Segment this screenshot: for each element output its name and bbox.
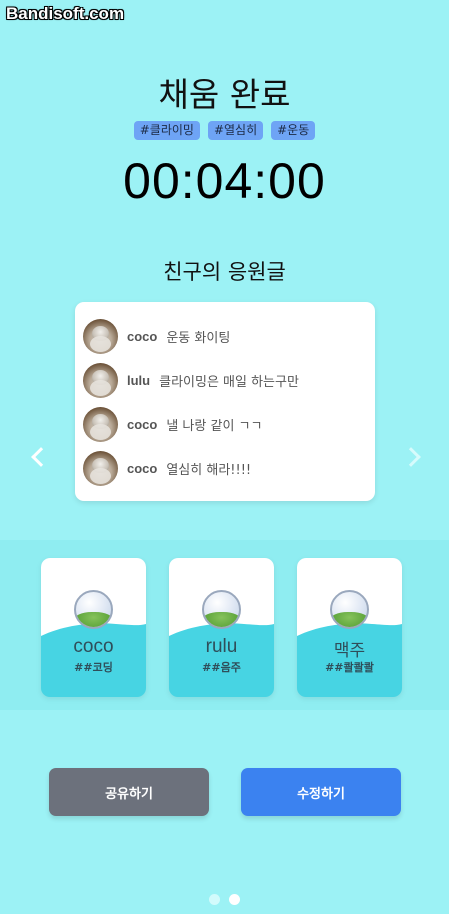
globe-icon [330,590,369,629]
globe-icon [74,590,113,629]
page-dot[interactable] [209,894,220,905]
cat-avatar-icon[interactable] [83,450,118,486]
friend-card[interactable]: coco ##코딩 [41,558,146,697]
globe-icon [202,590,241,629]
friend-card[interactable]: rulu ##음주 [169,558,274,697]
cat-avatar-icon[interactable] [83,318,118,354]
comments-title: 친구의 응원글 [163,260,286,284]
comment-user: lulu [127,372,151,388]
comment-text: 클라이밍은 매일 하는구만 [159,374,299,390]
friend-name: coco [73,636,114,657]
edit-button[interactable]: 수정하기 [241,768,401,816]
tag-list: #클라이밍 #열심히 #운동 [0,121,449,140]
comment-user: coco [127,328,158,344]
page-title: 채움 완료 [158,75,291,114]
page-dot-active[interactable] [229,894,240,905]
comment-item: coco 낼 나랑 같이 ㄱㄱ [83,406,262,442]
friend-card[interactable]: 맥주 ##콸콸콸 [297,558,402,697]
comment-item: lulu 클라이밍은 매일 하는구만 [83,362,299,398]
tag-badge: #클라이밍 [133,121,200,140]
chevron-right-icon[interactable] [401,440,421,470]
friend-tag: ##콸콸콸 [325,661,374,674]
share-button[interactable]: 공유하기 [49,768,209,816]
friend-tag: ##음주 [202,661,241,674]
friend-name: 맥주 [333,641,366,661]
comment-user: coco [127,416,158,432]
comment-text: 운동 화이팅 [166,330,231,346]
comment-text: 열심히 해라!!!! [166,462,252,478]
friend-tag: ##코딩 [74,661,113,674]
watermark: Bandisoft.com [6,4,125,23]
comment-item: coco 열심히 해라!!!! [83,450,251,486]
comment-item: coco 운동 화이팅 [83,318,230,354]
cat-avatar-icon[interactable] [83,362,118,398]
chevron-left-icon[interactable] [28,440,51,470]
comment-text: 낼 나랑 같이 ㄱㄱ [166,418,263,434]
tag-badge: #열심히 [207,121,264,140]
tag-badge: #운동 [271,121,316,140]
comment-user: coco [127,460,158,476]
page-indicator [209,894,240,905]
cat-avatar-icon[interactable] [83,406,118,442]
elapsed-timer: 00:04:00 [123,153,326,209]
comment-card: coco 운동 화이팅 lulu 클라이밍은 매일 하는구만 coco 낼 나랑… [75,302,375,501]
friend-name: rulu [205,636,238,657]
